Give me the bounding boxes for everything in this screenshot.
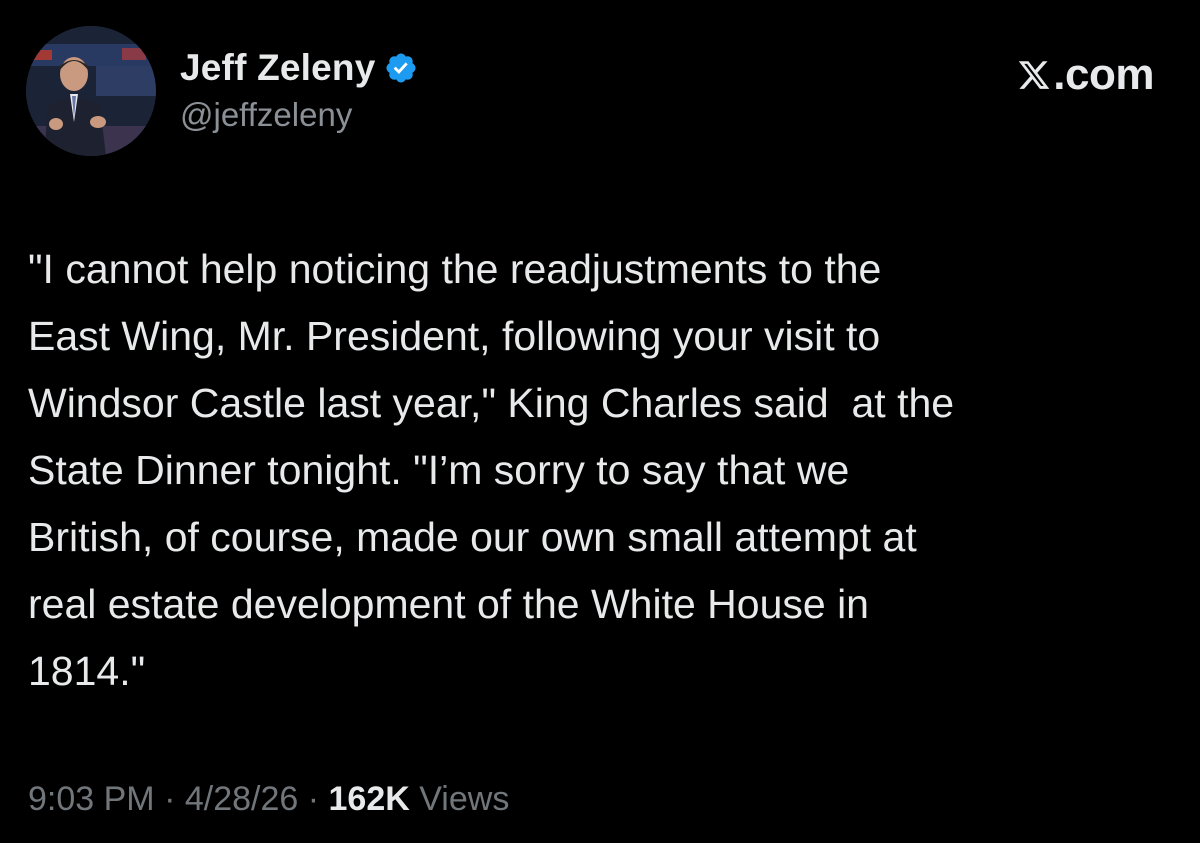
views-count[interactable]: 162K (329, 780, 410, 818)
post-text-line: 1814." (28, 648, 146, 694)
author-name-row: Jeff Zeleny (180, 46, 418, 90)
avatar-image (26, 26, 156, 156)
author-handle[interactable]: @jeffzeleny (180, 96, 418, 134)
post-meta: 9:03 PM · 4/28/26 · 162K Views (28, 780, 509, 819)
post-text: "I cannot help noticing the readjustment… (28, 236, 1178, 705)
post-text-line: "I cannot help noticing the readjustment… (28, 246, 882, 292)
x-logo-icon (1019, 61, 1050, 89)
post: Jeff Zeleny @jeffzeleny .com "I cannot h… (0, 0, 1200, 843)
post-text-line: Windsor Castle last year," King Charles … (28, 380, 955, 426)
post-date[interactable]: 4/28/26 (185, 780, 298, 818)
brand-text: .com (1053, 50, 1154, 99)
post-text-line: East Wing, Mr. President, following your… (28, 313, 881, 359)
meta-separator: · (154, 780, 185, 818)
author-display-name[interactable]: Jeff Zeleny (180, 47, 376, 89)
post-time[interactable]: 9:03 PM (28, 780, 155, 818)
avatar[interactable] (26, 26, 156, 156)
author-block: Jeff Zeleny @jeffzeleny (180, 46, 418, 134)
brand-watermark: .com (1017, 50, 1154, 100)
meta-separator: · (298, 780, 329, 818)
post-text-line: British, of course, made our own small a… (28, 514, 917, 560)
views-label: Views (409, 780, 510, 818)
post-text-line: real estate development of the White Hou… (28, 581, 869, 627)
verified-badge-icon[interactable] (384, 51, 418, 85)
post-text-line: State Dinner tonight. "I’m sorry to say … (28, 447, 850, 493)
